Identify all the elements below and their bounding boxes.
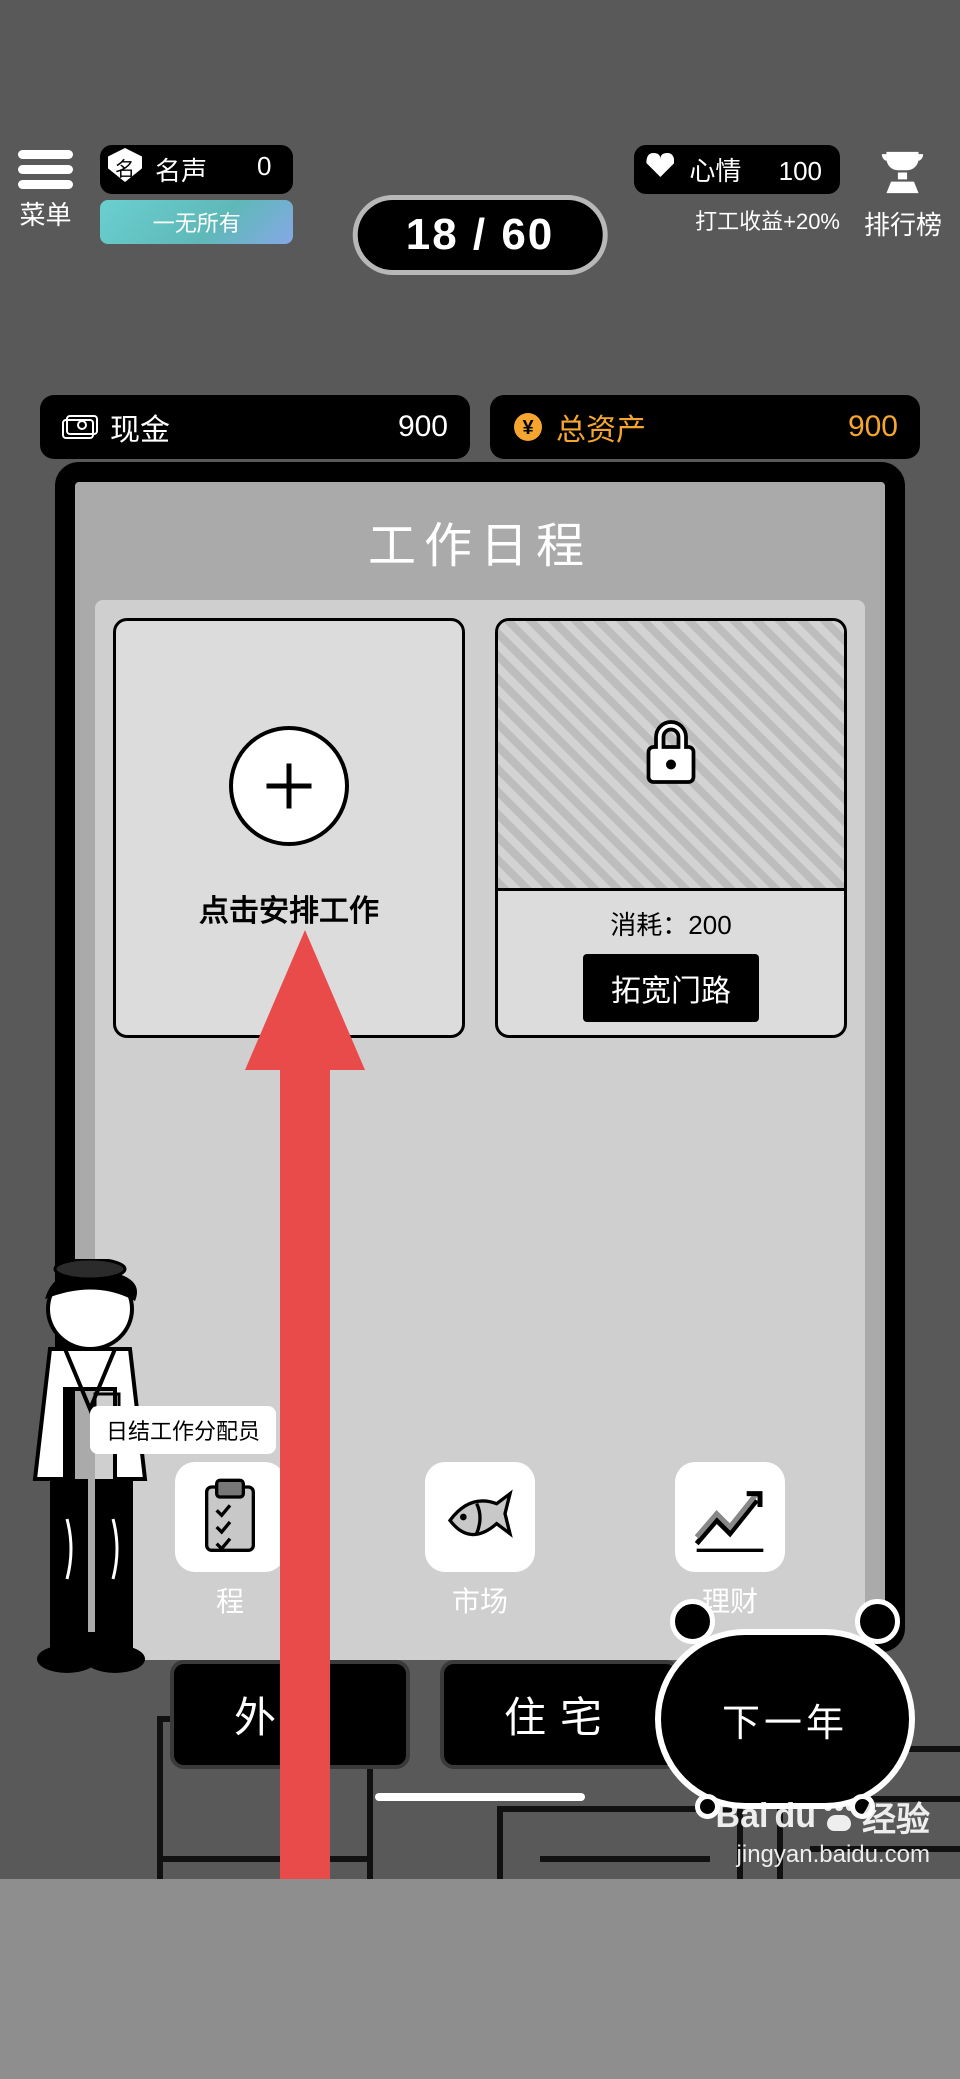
cash-icon bbox=[62, 414, 98, 440]
watermark-area bbox=[0, 1879, 960, 2079]
mood-buff-text: 打工收益+20% bbox=[634, 204, 840, 236]
tab-market-label: 市场 bbox=[452, 1586, 508, 1617]
locked-slot-card: 消耗：200 拓宽门路 bbox=[495, 618, 847, 1038]
home-button[interactable]: 住宅 bbox=[440, 1660, 680, 1769]
assets-label: 总资产 bbox=[556, 405, 646, 449]
leaderboard-button[interactable]: 排行榜 bbox=[864, 145, 942, 242]
npc-character bbox=[0, 1259, 205, 1679]
watermark: Baidu Baidu 经验 经验 jingyan.baidu.com bbox=[716, 1792, 930, 1869]
fame-shield-icon bbox=[108, 148, 142, 182]
fame-display[interactable]: 名声 0 一无所有 bbox=[100, 145, 293, 244]
menu-button[interactable]: 菜单 bbox=[18, 150, 73, 232]
tab-market[interactable]: 市场 bbox=[425, 1462, 535, 1620]
panel-title: 工作日程 bbox=[75, 482, 885, 600]
add-work-text: 点击安排工作 bbox=[199, 886, 379, 930]
plus-icon bbox=[229, 726, 349, 846]
home-indicator bbox=[375, 1793, 585, 1801]
mood-label: 心情 bbox=[689, 156, 741, 186]
go-out-button[interactable]: 外出 bbox=[170, 1660, 410, 1769]
paw-icon bbox=[822, 1803, 856, 1831]
trophy-icon bbox=[875, 145, 930, 200]
assets-icon: ¥ bbox=[512, 411, 544, 443]
mood-value: 100 bbox=[779, 156, 822, 186]
next-year-button[interactable]: 下一年 bbox=[655, 1599, 915, 1809]
fame-label: 名声 bbox=[155, 156, 207, 186]
unlock-button[interactable]: 拓宽门路 bbox=[583, 954, 759, 1022]
cash-value: 900 bbox=[398, 410, 448, 444]
hamburger-icon bbox=[18, 150, 73, 190]
leaderboard-label: 排行榜 bbox=[864, 205, 942, 242]
mood-display[interactable]: 心情 100 打工收益+20% bbox=[634, 145, 840, 236]
tab-finance[interactable]: 理财 bbox=[675, 1462, 785, 1620]
assets-value: 900 bbox=[848, 410, 898, 444]
fame-value: 0 bbox=[257, 151, 271, 182]
chart-up-icon bbox=[690, 1477, 770, 1557]
add-work-card[interactable]: 点击安排工作 bbox=[113, 618, 465, 1038]
tab-schedule-label: 程 bbox=[216, 1586, 244, 1617]
fame-rank-tag: 一无所有 bbox=[100, 200, 293, 244]
next-year-label: 下一年 bbox=[722, 1692, 848, 1747]
unlock-cost: 消耗：200 bbox=[610, 905, 731, 942]
heart-icon bbox=[646, 153, 674, 177]
age-counter: 18 / 60 bbox=[353, 195, 608, 275]
watermark-url: jingyan.baidu.com bbox=[737, 1841, 930, 1869]
fish-icon bbox=[440, 1477, 520, 1557]
svg-text:¥: ¥ bbox=[522, 417, 534, 439]
assets-pill[interactable]: ¥ 总资产 900 bbox=[490, 395, 920, 459]
cash-label: 现金 bbox=[110, 405, 170, 449]
menu-label: 菜单 bbox=[19, 200, 71, 230]
lock-icon bbox=[641, 717, 701, 792]
npc-nametag: 日结工作分配员 bbox=[90, 1406, 276, 1454]
cash-pill[interactable]: 现金 900 bbox=[40, 395, 470, 459]
